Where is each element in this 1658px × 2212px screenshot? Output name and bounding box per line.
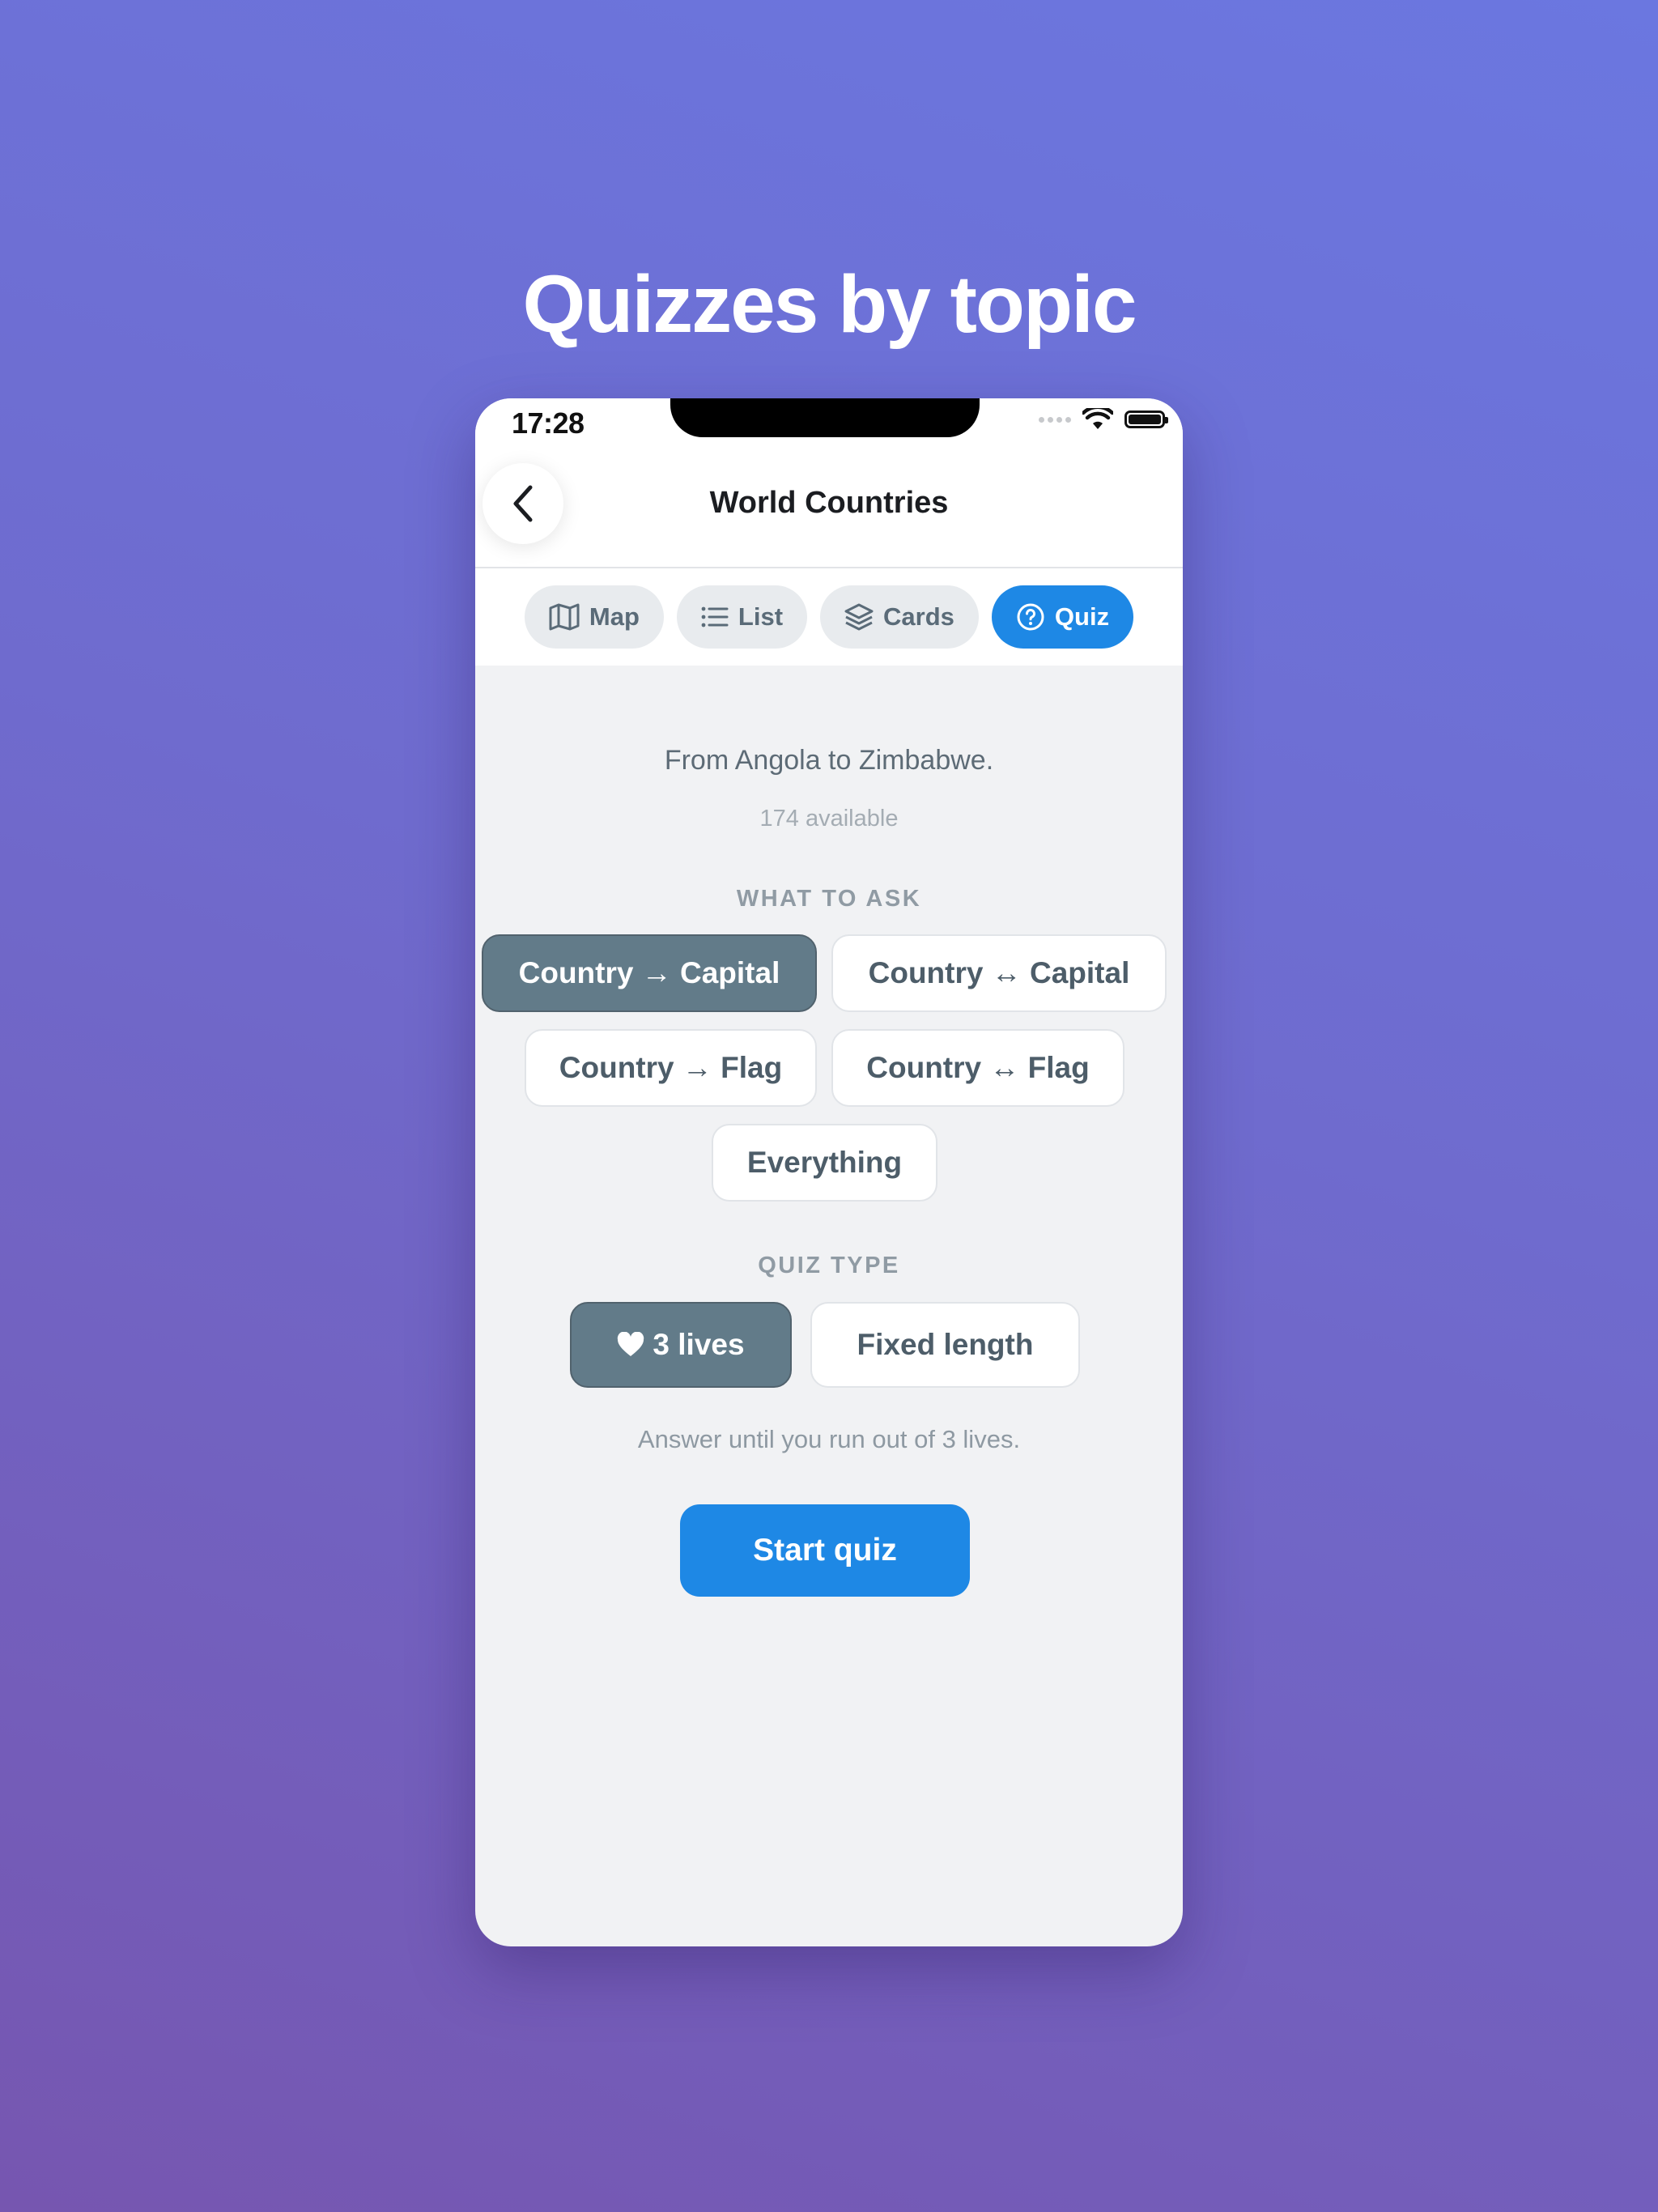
option-country-to-capital[interactable]: Country → Capital [482,934,817,1012]
tab-quiz[interactable]: Quiz [991,585,1134,649]
device-notch [670,398,980,437]
option-three-lives[interactable]: 3 lives [570,1302,792,1388]
quiz-type-label: QUIZ TYPE [758,1253,900,1278]
tab-map[interactable]: Map [524,585,664,649]
tab-list[interactable]: List [676,585,808,649]
wifi-icon [1082,408,1113,429]
tab-map-label: Map [589,602,640,631]
page-title: World Countries [709,486,949,520]
headline: Quizzes by topic [522,259,1137,350]
nav-divider [475,567,1183,568]
layers-icon [844,603,874,631]
tab-list-label: List [738,602,784,631]
status-time: 17:28 [512,406,585,440]
option-fixed-length[interactable]: Fixed length [810,1302,1080,1388]
start-quiz-button[interactable]: Start quiz [680,1504,970,1597]
status-icons [1039,408,1168,431]
option-country-capital-both[interactable]: Country ↔ Capital [831,934,1167,1012]
three-lives-label: 3 lives [653,1328,745,1361]
option-country-to-flag[interactable]: Country → Flag [525,1029,817,1107]
cellular-signal-icon [1039,416,1071,423]
battery-icon [1124,410,1168,428]
option-everything[interactable]: Everything [712,1124,937,1202]
option-country-flag-both[interactable]: Country ↔ Flag [831,1029,1124,1107]
what-to-ask-label: WHAT TO ASK [736,886,922,912]
tab-cards-label: Cards [883,602,954,631]
topic-subtitle: From Angola to Zimbabwe. [664,745,994,776]
list-icon [701,606,729,627]
phone-screen: 17:28 World Countries Map List Cards Qui… [475,398,1183,1946]
tab-quiz-label: Quiz [1054,602,1110,631]
question-circle-icon [1017,603,1044,631]
quiz-type-hint: Answer until you run out of 3 lives. [637,1425,1021,1453]
map-icon [549,603,580,631]
tab-cards[interactable]: Cards [820,585,979,649]
heart-icon [618,1332,644,1356]
available-count: 174 available [759,806,899,832]
view-tabs: Map List Cards Quiz [475,585,1183,649]
